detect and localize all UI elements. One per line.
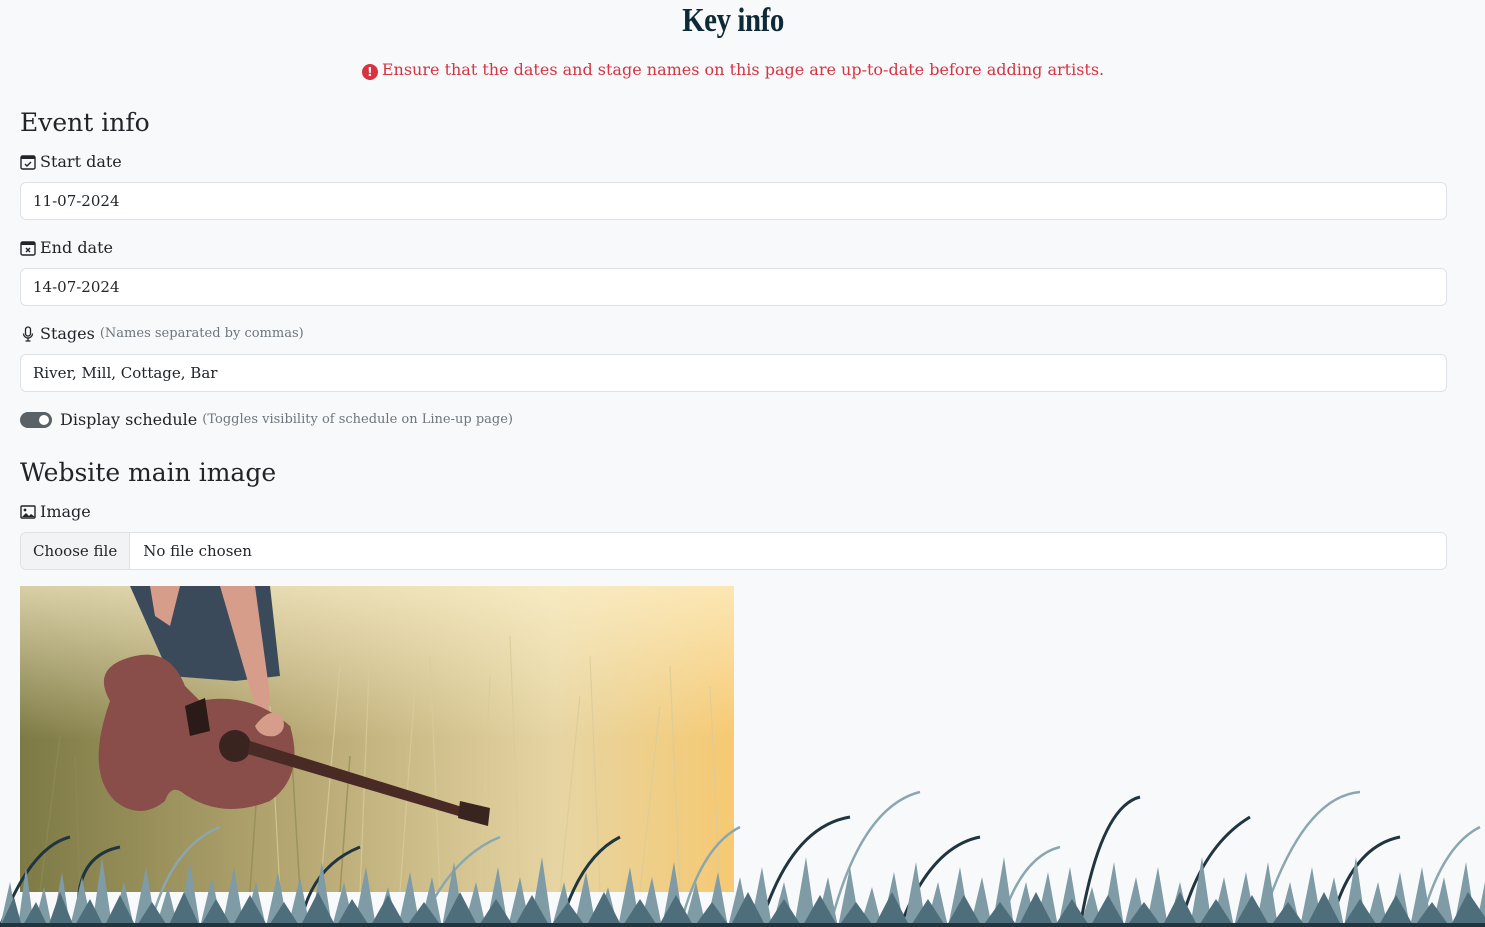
warning-message: ! Ensure that the dates and stage names o… [0, 60, 1466, 80]
event-info-heading: Event info [20, 108, 150, 137]
website-main-image-heading: Website main image [20, 458, 277, 487]
display-schedule-toggle[interactable] [20, 412, 52, 428]
image-file-input[interactable]: Choose file No file chosen [20, 532, 1447, 570]
stages-input[interactable]: River, Mill, Cottage, Bar [20, 354, 1447, 392]
stages-label: Stages (Names separated by commas) [20, 324, 304, 343]
microphone-icon [20, 325, 36, 342]
main-image-preview [20, 586, 734, 892]
calendar-check-icon [20, 154, 36, 170]
stages-hint: (Names separated by commas) [99, 326, 304, 341]
display-schedule-hint: (Toggles visibility of schedule on Line-… [202, 412, 513, 427]
start-date-label: Start date [20, 152, 122, 171]
file-status: No file chosen [143, 542, 252, 560]
image-icon [20, 504, 36, 520]
warning-text: Ensure that the dates and stage names on… [381, 60, 1105, 79]
display-schedule-label: Display schedule (Toggles visibility of … [60, 410, 513, 429]
end-date-input[interactable]: 14-07-2024 [20, 268, 1447, 306]
end-date-label: End date [20, 238, 113, 257]
start-date-input[interactable]: 11-07-2024 [20, 182, 1447, 220]
exclamation-circle-icon: ! [361, 64, 378, 80]
choose-file-button[interactable]: Choose file [21, 533, 131, 569]
image-label: Image [20, 502, 91, 521]
page-title: Key info [682, 2, 784, 39]
calendar-x-icon [20, 240, 36, 256]
